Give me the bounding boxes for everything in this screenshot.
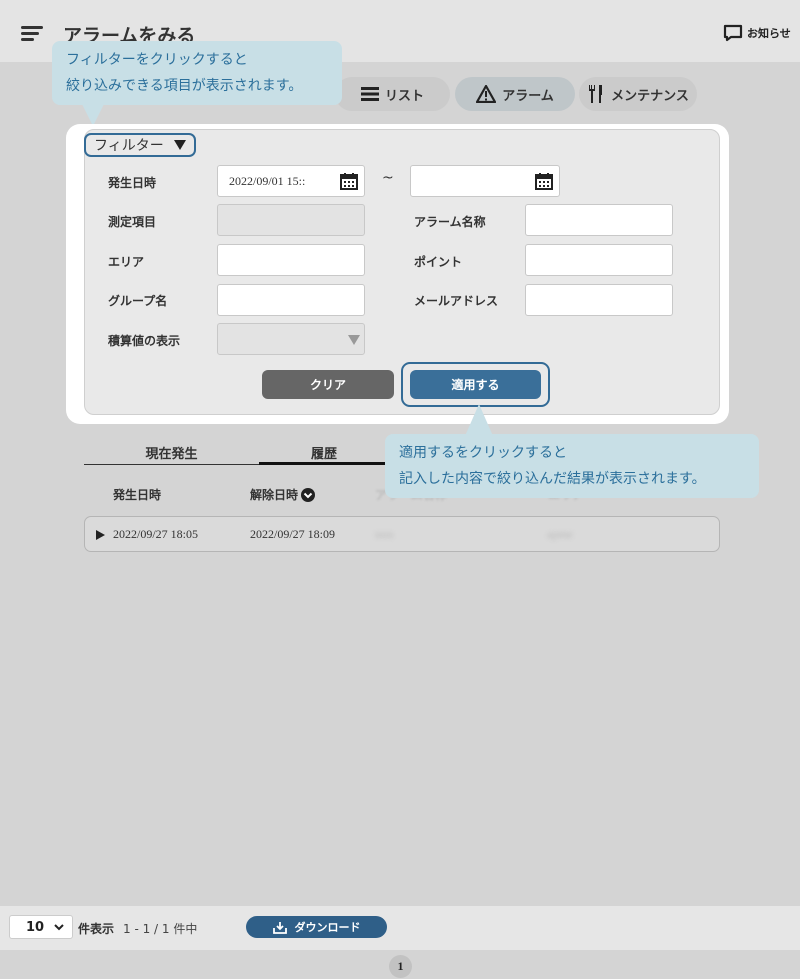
tab-current[interactable]: 現在発生	[84, 443, 259, 462]
per-page-label: 件表示	[78, 922, 115, 936]
mail-address-input[interactable]	[525, 284, 673, 316]
alarm-name-input[interactable]	[525, 204, 673, 236]
area-label: エリア	[108, 255, 145, 269]
expand-triangle-icon[interactable]	[96, 530, 105, 540]
tools-icon	[589, 85, 603, 103]
occurrence-date-from-input[interactable]: 2022/09/01 15::	[217, 165, 365, 197]
page-number-1[interactable]: 1	[389, 955, 412, 978]
menu-icon[interactable]	[17, 22, 47, 44]
cell-released: 2022/09/27 18:09	[250, 527, 336, 541]
apply-callout: 適用するをクリックすると 記入した内容で絞り込んだ結果が表示されます。	[385, 434, 759, 498]
cell-alarm-name: ssss	[375, 527, 394, 541]
message-icon	[723, 24, 743, 42]
clear-button[interactable]: クリア	[262, 370, 394, 399]
per-page-select[interactable]: 10	[9, 915, 73, 939]
area-input[interactable]	[217, 244, 365, 276]
per-page-value: 10	[26, 919, 45, 935]
warning-icon	[476, 85, 497, 103]
point-label: ポイント	[414, 255, 463, 269]
alarm-name-label: アラーム名称	[414, 215, 486, 229]
date-range-separator: ~	[382, 170, 394, 186]
download-button[interactable]: ダウンロード	[246, 916, 387, 938]
apply-callout-line2: 記入した内容で絞り込んだ結果が表示されます。	[399, 471, 706, 487]
measure-item-input[interactable]	[217, 204, 365, 236]
header-released-label: 解除日時	[250, 488, 299, 502]
apply-button[interactable]: 適用する	[410, 370, 541, 399]
cumulative-display-select[interactable]	[217, 323, 365, 355]
range-text: 1 - 1 / 1 件中	[123, 922, 198, 936]
cumulative-display-label: 積算値の表示	[108, 334, 181, 348]
tab-list-label: リスト	[384, 88, 424, 104]
calendar-icon[interactable]	[535, 173, 553, 190]
notice-label: お知らせ	[747, 27, 791, 40]
tab-alarm[interactable]: アラーム	[455, 77, 575, 111]
occurrence-date-to-input[interactable]	[410, 165, 560, 197]
occurrence-date-label: 発生日時	[108, 176, 157, 190]
header-released[interactable]: 解除日時	[250, 486, 316, 503]
sort-down-icon	[301, 487, 316, 502]
notice-button[interactable]: お知らせ	[723, 24, 791, 42]
filter-callout: フィルターをクリックすると 絞り込みできる項目が表示されます。	[52, 41, 342, 105]
cell-area: apme	[547, 527, 573, 541]
filter-toggle[interactable]: フィルター	[84, 133, 196, 157]
footer-bar	[0, 906, 800, 950]
filter-callout-line2: 絞り込みできる項目が表示されます。	[66, 78, 303, 94]
mail-address-label: メールアドレス	[414, 294, 499, 308]
cell-occurred: 2022/09/27 18:05	[113, 527, 199, 541]
apply-callout-line1: 適用するをクリックすると	[399, 445, 567, 461]
group-name-label: グループ名	[108, 294, 168, 308]
calendar-icon[interactable]	[340, 173, 358, 190]
table-row[interactable]: 2022/09/27 18:05 2022/09/27 18:09 ssss a…	[84, 516, 720, 552]
tab-alarm-label: アラーム	[502, 88, 554, 104]
list-icon	[360, 87, 379, 101]
download-label: ダウンロード	[294, 921, 361, 934]
caret-down-icon	[348, 335, 360, 345]
tab-maintenance-label: メンテナンス	[611, 88, 689, 104]
tab-history[interactable]: 履歴	[259, 443, 389, 462]
tab-maintenance[interactable]: メンテナンス	[579, 77, 697, 111]
caret-down-icon	[173, 140, 186, 150]
measure-item-label: 測定項目	[108, 215, 157, 229]
apply-callout-pointer	[465, 404, 493, 436]
active-tab-indicator	[259, 462, 389, 465]
point-input[interactable]	[525, 244, 673, 276]
occurrence-date-from-value: 2022/09/01 15::	[229, 173, 306, 188]
chevron-down-icon	[54, 924, 64, 931]
filter-toggle-label: フィルター	[94, 138, 164, 154]
filter-callout-line1: フィルターをクリックすると	[66, 52, 248, 68]
group-name-input[interactable]	[217, 284, 365, 316]
download-icon	[272, 921, 287, 934]
tab-list[interactable]: リスト	[335, 77, 450, 111]
header-occurred: 発生日時	[113, 488, 162, 502]
